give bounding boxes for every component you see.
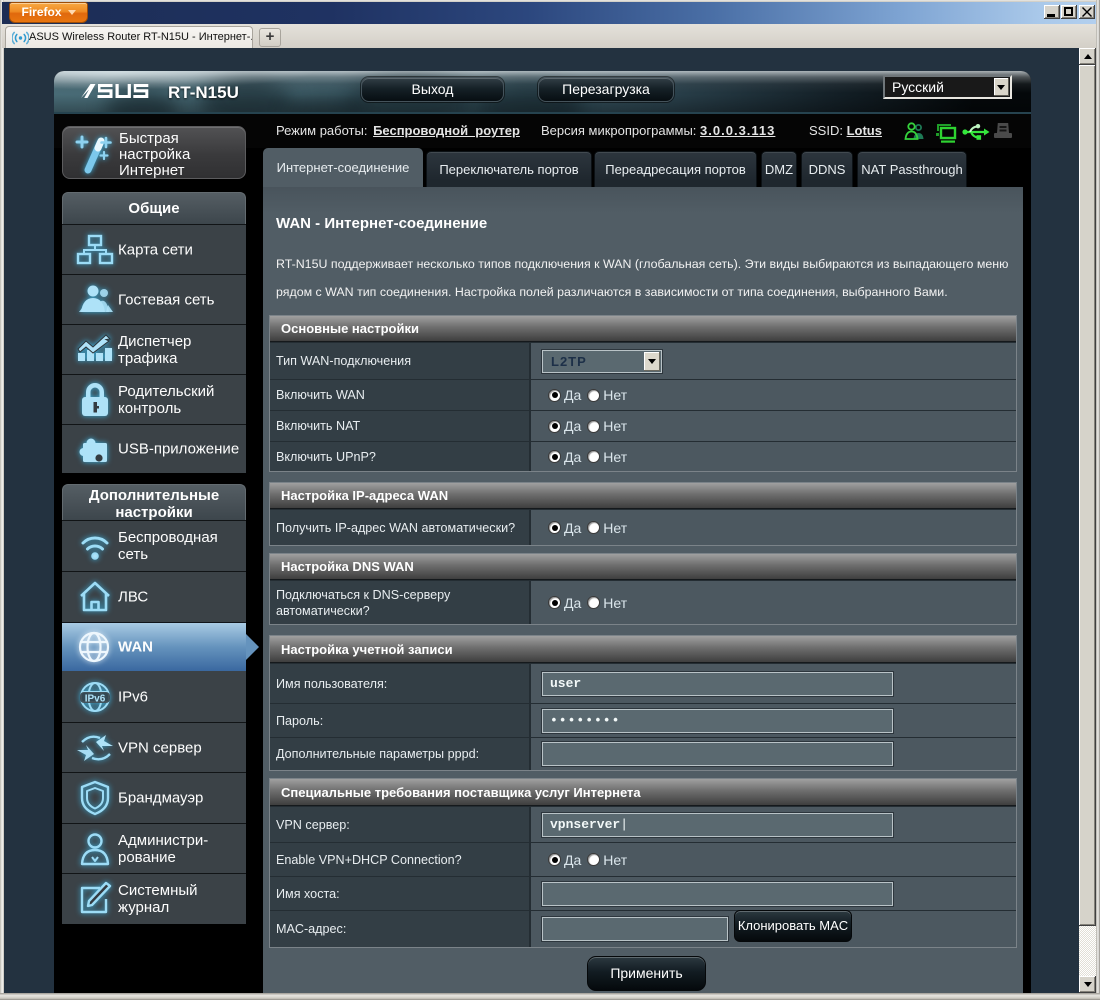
svg-text:IPv6: IPv6: [85, 693, 106, 704]
